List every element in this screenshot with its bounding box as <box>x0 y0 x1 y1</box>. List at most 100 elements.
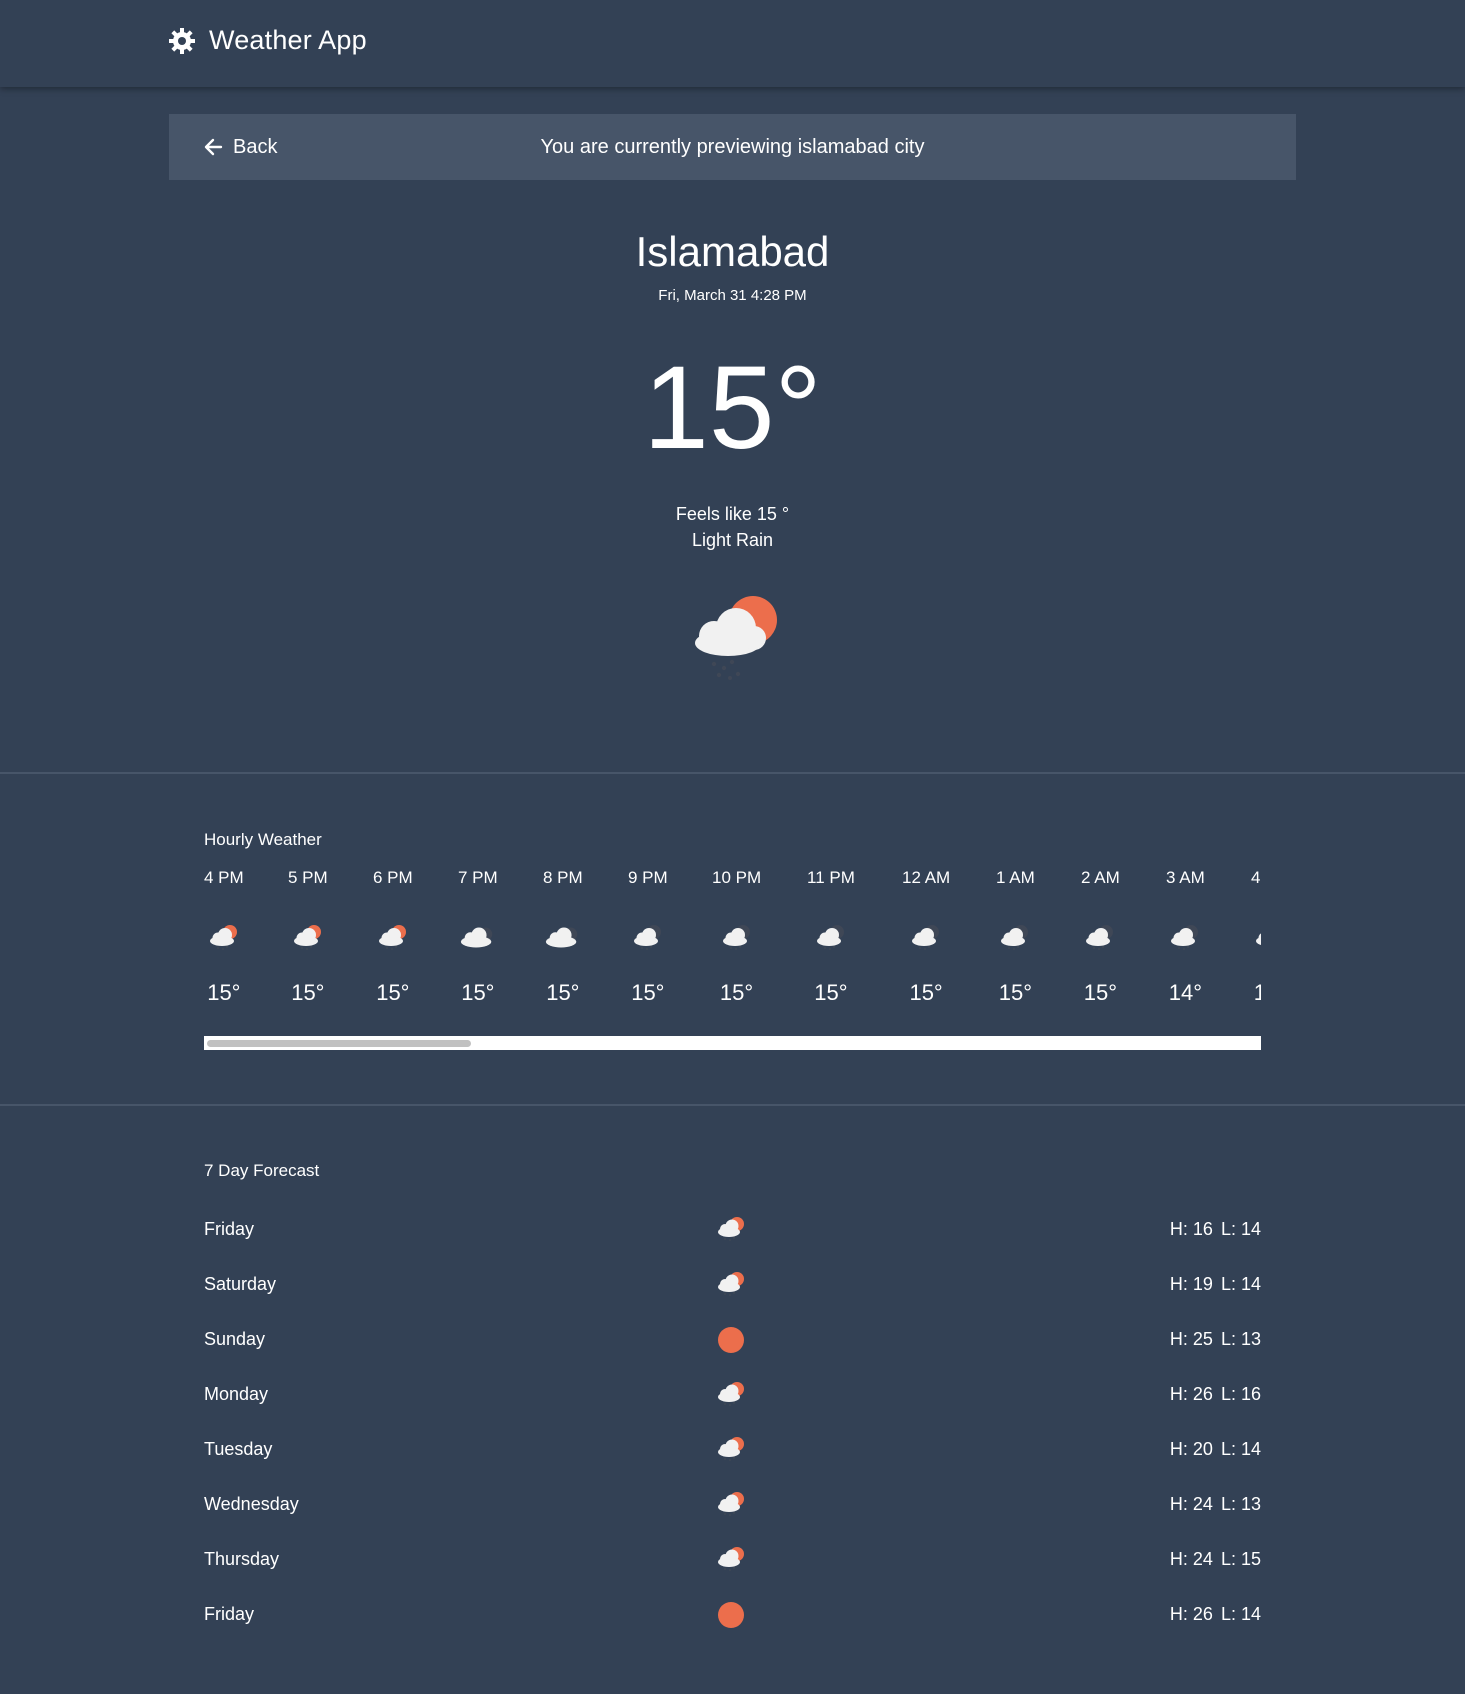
hour-temp: 15° <box>207 980 241 1005</box>
hour-time: 3 AM <box>1166 868 1205 887</box>
forecast-day: Friday <box>204 1219 255 1239</box>
hour-temp: 15° <box>546 980 580 1005</box>
forecast-high: H: 19 <box>1169 1274 1213 1294</box>
cloud-sun-rain-icon <box>718 1492 744 1516</box>
forecast-low: L: 14 <box>1220 1274 1261 1294</box>
cloud-sun-rain-icon <box>718 1217 744 1241</box>
cloud-sun-rain-icon <box>718 1437 744 1461</box>
hourly-scrollbar[interactable] <box>204 1036 1261 1050</box>
forecast-day: Monday <box>204 1384 269 1404</box>
cloud-moon-rain-icon <box>912 925 940 950</box>
forecast-high: H: 24 <box>1169 1494 1213 1514</box>
hour-time: 7 PM <box>458 868 498 887</box>
current-datetime: Fri, March 31 4:28 PM <box>658 287 807 304</box>
hour-time: 8 PM <box>543 868 583 887</box>
hour-temp: 15° <box>631 980 665 1005</box>
app-title: Weather App <box>209 25 367 55</box>
sun-icon <box>718 1327 744 1353</box>
forecast-row: Friday H: 26 L: 14 <box>204 1600 1261 1630</box>
forecast-row: Thursday H: 24 L: 15 <box>204 1545 1261 1575</box>
forecast-row: Friday H: 16 L: 14 <box>204 1215 1261 1245</box>
forecast-row: Tuesday H: 20 L: 14 <box>204 1435 1261 1465</box>
cloud-moon-rain-icon <box>1256 933 1261 945</box>
hour-temp: 15° <box>461 980 495 1005</box>
cloud-sun-rain-icon <box>378 925 406 950</box>
cloud-sun-rain-icon <box>718 1272 744 1296</box>
hour-time: 1 AM <box>996 868 1035 887</box>
weather-condition: Light Rain <box>691 530 774 550</box>
cloud-sun-rain-icon <box>695 596 777 680</box>
feels-like: Feels like 15 ° <box>675 504 790 524</box>
hourly-item: 1 AM 15° <box>996 868 1035 1006</box>
current-temperature: 15° <box>643 342 822 474</box>
forecast-high: H: 24 <box>1169 1549 1213 1569</box>
forecast-high-low: H: 19 L: 14 <box>1162 1274 1261 1295</box>
section-divider <box>0 772 1465 774</box>
section-divider <box>0 1104 1465 1106</box>
hourly-item: 8 PM 15° <box>543 868 583 1006</box>
hourly-item: 11 PM 15° <box>807 868 855 1006</box>
sun-icon <box>718 1602 744 1628</box>
hourly-title: Hourly Weather <box>204 830 322 849</box>
forecast-low: L: 16 <box>1220 1384 1261 1404</box>
hour-time: 11 PM <box>807 868 855 887</box>
daily-title: 7 Day Forecast <box>204 1161 320 1180</box>
cloud-moon-rain-icon <box>816 925 844 950</box>
arrow-left-icon <box>204 138 223 156</box>
hourly-item: 6 PM 15° <box>373 868 413 1006</box>
forecast-high-low: H: 24 L: 13 <box>1162 1494 1261 1515</box>
forecast-high-low: H: 25 L: 13 <box>1162 1329 1261 1350</box>
forecast-day: Friday <box>204 1604 255 1624</box>
hour-temp: 15° <box>719 980 754 1005</box>
hour-temp: 14° <box>1253 980 1261 1005</box>
hourly-strip[interactable]: 4 PM 15° 5 PM 15° 6 PM 15° 7 PM 15° 8 PM… <box>204 868 1261 1018</box>
hourly-item: 9 PM 15° <box>628 868 668 1006</box>
hourly-item: 3 AM 14° <box>1166 868 1205 1006</box>
cloud-sun-rain-icon <box>209 925 237 950</box>
back-label: Back <box>233 135 278 158</box>
cloud-moon-rain-icon <box>1001 925 1029 950</box>
hourly-item: 7 PM 15° <box>458 868 498 1006</box>
forecast-day: Saturday <box>204 1274 277 1294</box>
hour-temp: 15° <box>814 980 848 1005</box>
cloud-moon-rain-icon <box>722 925 750 950</box>
hour-time: 4 PM <box>204 868 244 887</box>
hour-temp: 15° <box>291 980 325 1005</box>
cloud-moon-rain-icon <box>1171 925 1199 950</box>
cloud-moon-icon <box>460 927 493 948</box>
hour-temp: 15° <box>1083 980 1118 1005</box>
cloud-sun-rain-icon <box>718 1382 744 1406</box>
hourly-item: 5 PM 15° <box>288 868 328 1006</box>
scrollbar-thumb[interactable] <box>207 1040 471 1047</box>
forecast-high: H: 26 <box>1169 1384 1213 1404</box>
forecast-row: Saturday H: 19 L: 14 <box>204 1270 1261 1300</box>
forecast-high-low: H: 26 L: 16 <box>1162 1384 1261 1405</box>
preview-message: You are currently previewing islamabad c… <box>540 136 925 158</box>
hourly-item: 10 PM 15° <box>712 868 761 1006</box>
cloud-moon-rain-icon <box>633 925 661 950</box>
cloud-sun-rain-icon <box>718 1547 744 1571</box>
cloud-moon-rain-icon <box>1086 925 1114 950</box>
forecast-row: Wednesday H: 24 L: 13 <box>204 1490 1261 1520</box>
forecast-row: Sunday H: 25 L: 13 <box>204 1325 1261 1355</box>
forecast-row: Monday H: 26 L: 16 <box>204 1380 1261 1410</box>
gear-icon <box>169 27 195 54</box>
hour-time: 5 PM <box>288 868 328 887</box>
hour-time: 6 PM <box>373 868 413 887</box>
cloud-sun-rain-icon <box>293 925 321 950</box>
brand[interactable]: Weather App <box>167 25 367 56</box>
cloud-moon-icon <box>545 927 578 948</box>
forecast-day: Thursday <box>204 1549 280 1569</box>
forecast-day: Wednesday <box>204 1494 299 1514</box>
forecast-low: L: 13 <box>1220 1494 1261 1514</box>
hour-temp: 15° <box>376 980 410 1005</box>
hour-temp: 14° <box>1168 980 1203 1005</box>
hourly-item: 4 AM 14° <box>1251 868 1261 1006</box>
hour-temp: 15° <box>909 980 943 1005</box>
forecast-high-low: H: 16 L: 14 <box>1162 1219 1261 1240</box>
back-button[interactable]: Back <box>203 114 277 180</box>
forecast-low: L: 15 <box>1220 1549 1261 1569</box>
hourly-item: 12 AM 15° <box>902 868 950 1006</box>
hour-time: 9 PM <box>628 868 668 887</box>
hourly-item: 4 PM 15° <box>204 868 244 1006</box>
